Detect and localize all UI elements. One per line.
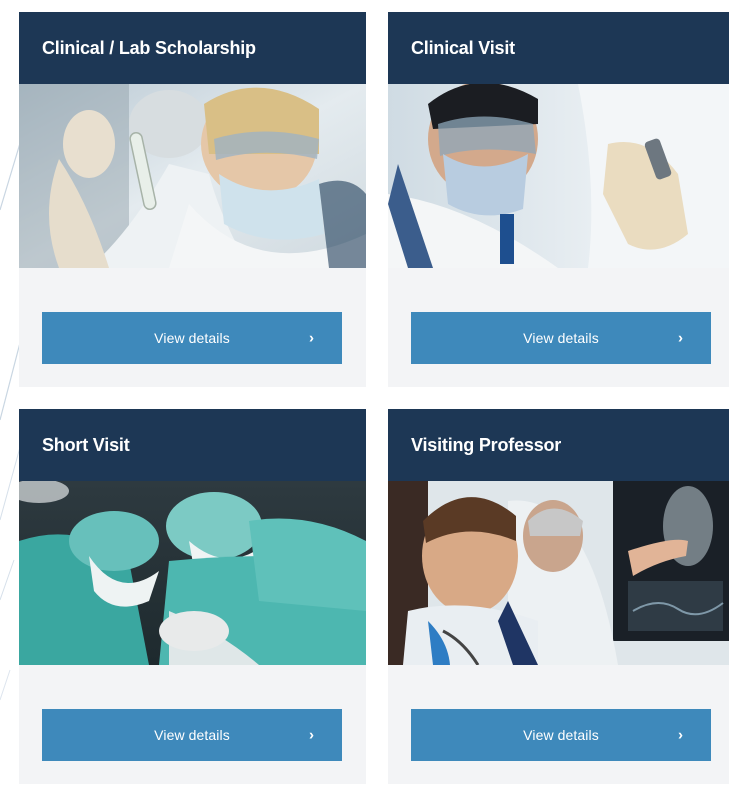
view-details-label: View details — [523, 727, 599, 743]
card-title: Clinical Visit — [411, 37, 515, 58]
doctors-reviewing-xray-image — [388, 481, 729, 665]
program-card-visiting-professor: Visiting Professor View details › — [388, 409, 729, 784]
chevron-right-icon: › — [678, 726, 683, 744]
view-details-label: View details — [154, 330, 230, 346]
scientist-with-pipette-image — [388, 84, 729, 268]
card-title: Short Visit — [42, 434, 130, 455]
chevron-right-icon: › — [678, 329, 683, 347]
researcher-examining-test-tube-image — [19, 84, 366, 268]
card-header: Short Visit — [19, 409, 366, 481]
view-details-label: View details — [154, 727, 230, 743]
card-title: Clinical / Lab Scholarship — [42, 37, 256, 58]
card-title: Visiting Professor — [411, 434, 562, 455]
program-card-clinical-lab-scholarship: Clinical / Lab Scholarship View details … — [19, 12, 366, 387]
card-header: Visiting Professor — [388, 409, 729, 481]
view-details-button[interactable]: View details › — [42, 312, 342, 364]
surgeons-operating-image — [19, 481, 366, 665]
chevron-right-icon: › — [309, 329, 314, 347]
card-header: Clinical Visit — [388, 12, 729, 84]
view-details-button[interactable]: View details › — [42, 709, 342, 761]
program-card-short-visit: Short Visit View details › — [19, 409, 366, 784]
chevron-right-icon: › — [309, 726, 314, 744]
view-details-button[interactable]: View details › — [411, 312, 711, 364]
card-header: Clinical / Lab Scholarship — [19, 12, 366, 84]
view-details-label: View details — [523, 330, 599, 346]
program-card-clinical-visit: Clinical Visit View details › — [388, 12, 729, 387]
view-details-button[interactable]: View details › — [411, 709, 711, 761]
